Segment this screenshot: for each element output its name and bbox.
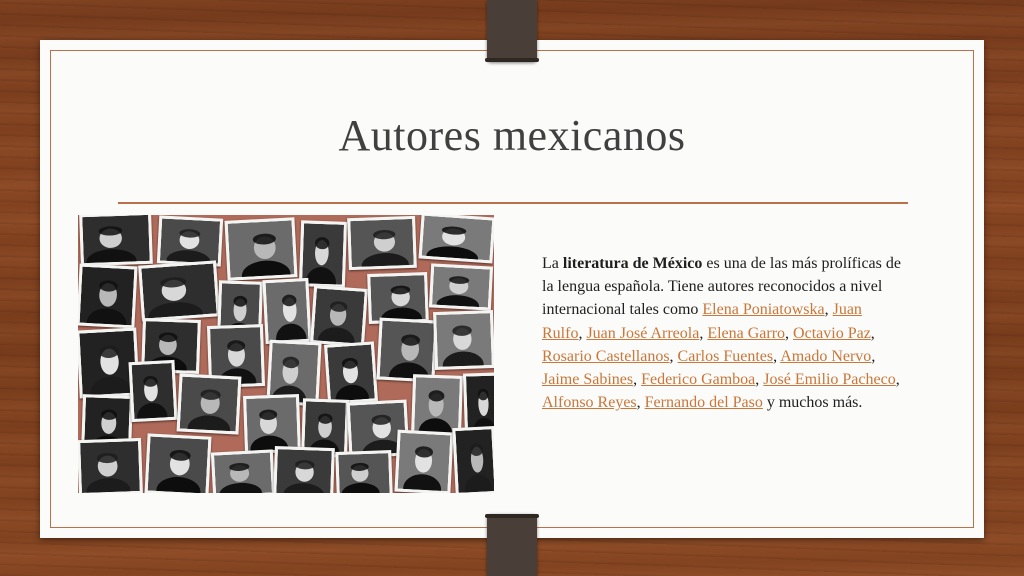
author-link-jose-emilio-pacheco[interactable]: José Emilio Pacheco bbox=[763, 371, 895, 388]
binder-clip-bottom bbox=[485, 514, 539, 576]
author-portrait-photo bbox=[156, 215, 224, 267]
authors-paragraph: La literatura de México es una de las má… bbox=[542, 252, 902, 414]
author-link-rosario-castellanos[interactable]: Rosario Castellanos bbox=[542, 348, 670, 365]
author-link-fernando-del-paso[interactable]: Fernando del Paso bbox=[645, 394, 763, 411]
author-portrait-photo bbox=[243, 394, 301, 454]
binder-clip-top bbox=[485, 0, 539, 62]
author-portrait-photo bbox=[367, 271, 429, 325]
author-portrait-photo bbox=[273, 445, 335, 493]
portrait-image bbox=[276, 449, 332, 493]
link-separator: , bbox=[824, 301, 833, 319]
portrait-image bbox=[414, 377, 460, 435]
link-separator: , bbox=[633, 371, 642, 389]
author-portrait-photo bbox=[78, 263, 138, 329]
author-portrait-photo bbox=[394, 429, 454, 493]
portrait-image bbox=[159, 218, 221, 264]
slide-title: Autores mexicanos bbox=[338, 111, 686, 160]
portrait-image bbox=[432, 266, 490, 308]
paragraph-intro: La bbox=[542, 255, 563, 272]
link-separator: , bbox=[895, 371, 900, 389]
author-portrait-photo bbox=[376, 317, 438, 383]
author-portrait-photo bbox=[347, 215, 417, 271]
author-portrait-photo bbox=[452, 425, 494, 493]
author-link-amado-nervo[interactable]: Amado Nervo bbox=[780, 348, 871, 365]
author-link-elena-garro[interactable]: Elena Garro bbox=[707, 325, 785, 342]
portrait-image bbox=[179, 376, 239, 432]
author-portrait-photo bbox=[210, 449, 276, 493]
portrait-image bbox=[397, 432, 451, 492]
author-link-alfonso-reyes[interactable]: Alfonso Reyes bbox=[542, 394, 637, 411]
portrait-image bbox=[246, 397, 298, 451]
author-link-octavio-paz[interactable]: Octavio Paz bbox=[793, 325, 871, 342]
author-portrait-photo bbox=[262, 277, 312, 345]
portrait-image bbox=[227, 220, 295, 278]
portrait-image bbox=[455, 429, 494, 493]
author-link-carlos-fuentes[interactable]: Carlos Fuentes bbox=[678, 348, 774, 365]
author-portrait-photo bbox=[310, 285, 368, 347]
paragraph-bold-term: literatura de México bbox=[562, 255, 703, 272]
author-link-federico-gamboa[interactable]: Federico Gamboa bbox=[641, 371, 755, 388]
link-separator: , bbox=[870, 324, 875, 342]
portrait-image bbox=[131, 362, 175, 420]
portrait-image bbox=[301, 223, 345, 285]
authors-photo-collage bbox=[78, 215, 494, 493]
portrait-image bbox=[421, 215, 493, 261]
link-separator: , bbox=[871, 347, 876, 365]
portrait-image bbox=[350, 218, 414, 268]
portrait-image bbox=[338, 453, 390, 493]
link-separator: , bbox=[785, 324, 794, 342]
author-link-elena-poniatowska[interactable]: Elena Poniatowska bbox=[702, 301, 824, 318]
author-portrait-photo bbox=[138, 260, 220, 322]
portrait-image bbox=[379, 320, 435, 380]
author-portrait-photo bbox=[176, 373, 242, 435]
portrait-image bbox=[141, 263, 217, 319]
portrait-image bbox=[79, 266, 135, 326]
portrait-image bbox=[313, 288, 365, 344]
author-portrait-photo bbox=[428, 263, 494, 311]
portrait-image bbox=[82, 215, 150, 264]
author-portrait-photo bbox=[78, 437, 143, 493]
author-portrait-photo bbox=[224, 217, 298, 281]
author-portrait-photo bbox=[433, 309, 494, 371]
author-portrait-photo bbox=[418, 215, 494, 264]
portrait-image bbox=[327, 344, 375, 402]
author-portrait-photo bbox=[144, 433, 212, 493]
portrait-image bbox=[147, 436, 209, 493]
author-link-juan-jose-arreola[interactable]: Juan José Arreola bbox=[586, 325, 699, 342]
portrait-image bbox=[370, 275, 426, 321]
link-separator: , bbox=[636, 394, 645, 412]
author-link-jaime-sabines[interactable]: Jaime Sabines bbox=[542, 371, 633, 388]
author-portrait-photo bbox=[128, 359, 178, 423]
portrait-image bbox=[213, 452, 273, 493]
author-portrait-photo bbox=[335, 450, 393, 493]
paragraph-outro: y muchos más. bbox=[762, 394, 863, 412]
author-portrait-photo bbox=[323, 341, 379, 405]
title-divider bbox=[118, 202, 908, 204]
link-separator: , bbox=[669, 347, 678, 365]
portrait-image bbox=[265, 280, 309, 342]
author-portrait-photo bbox=[79, 215, 153, 267]
portrait-image bbox=[436, 313, 492, 367]
portrait-image bbox=[80, 441, 140, 493]
